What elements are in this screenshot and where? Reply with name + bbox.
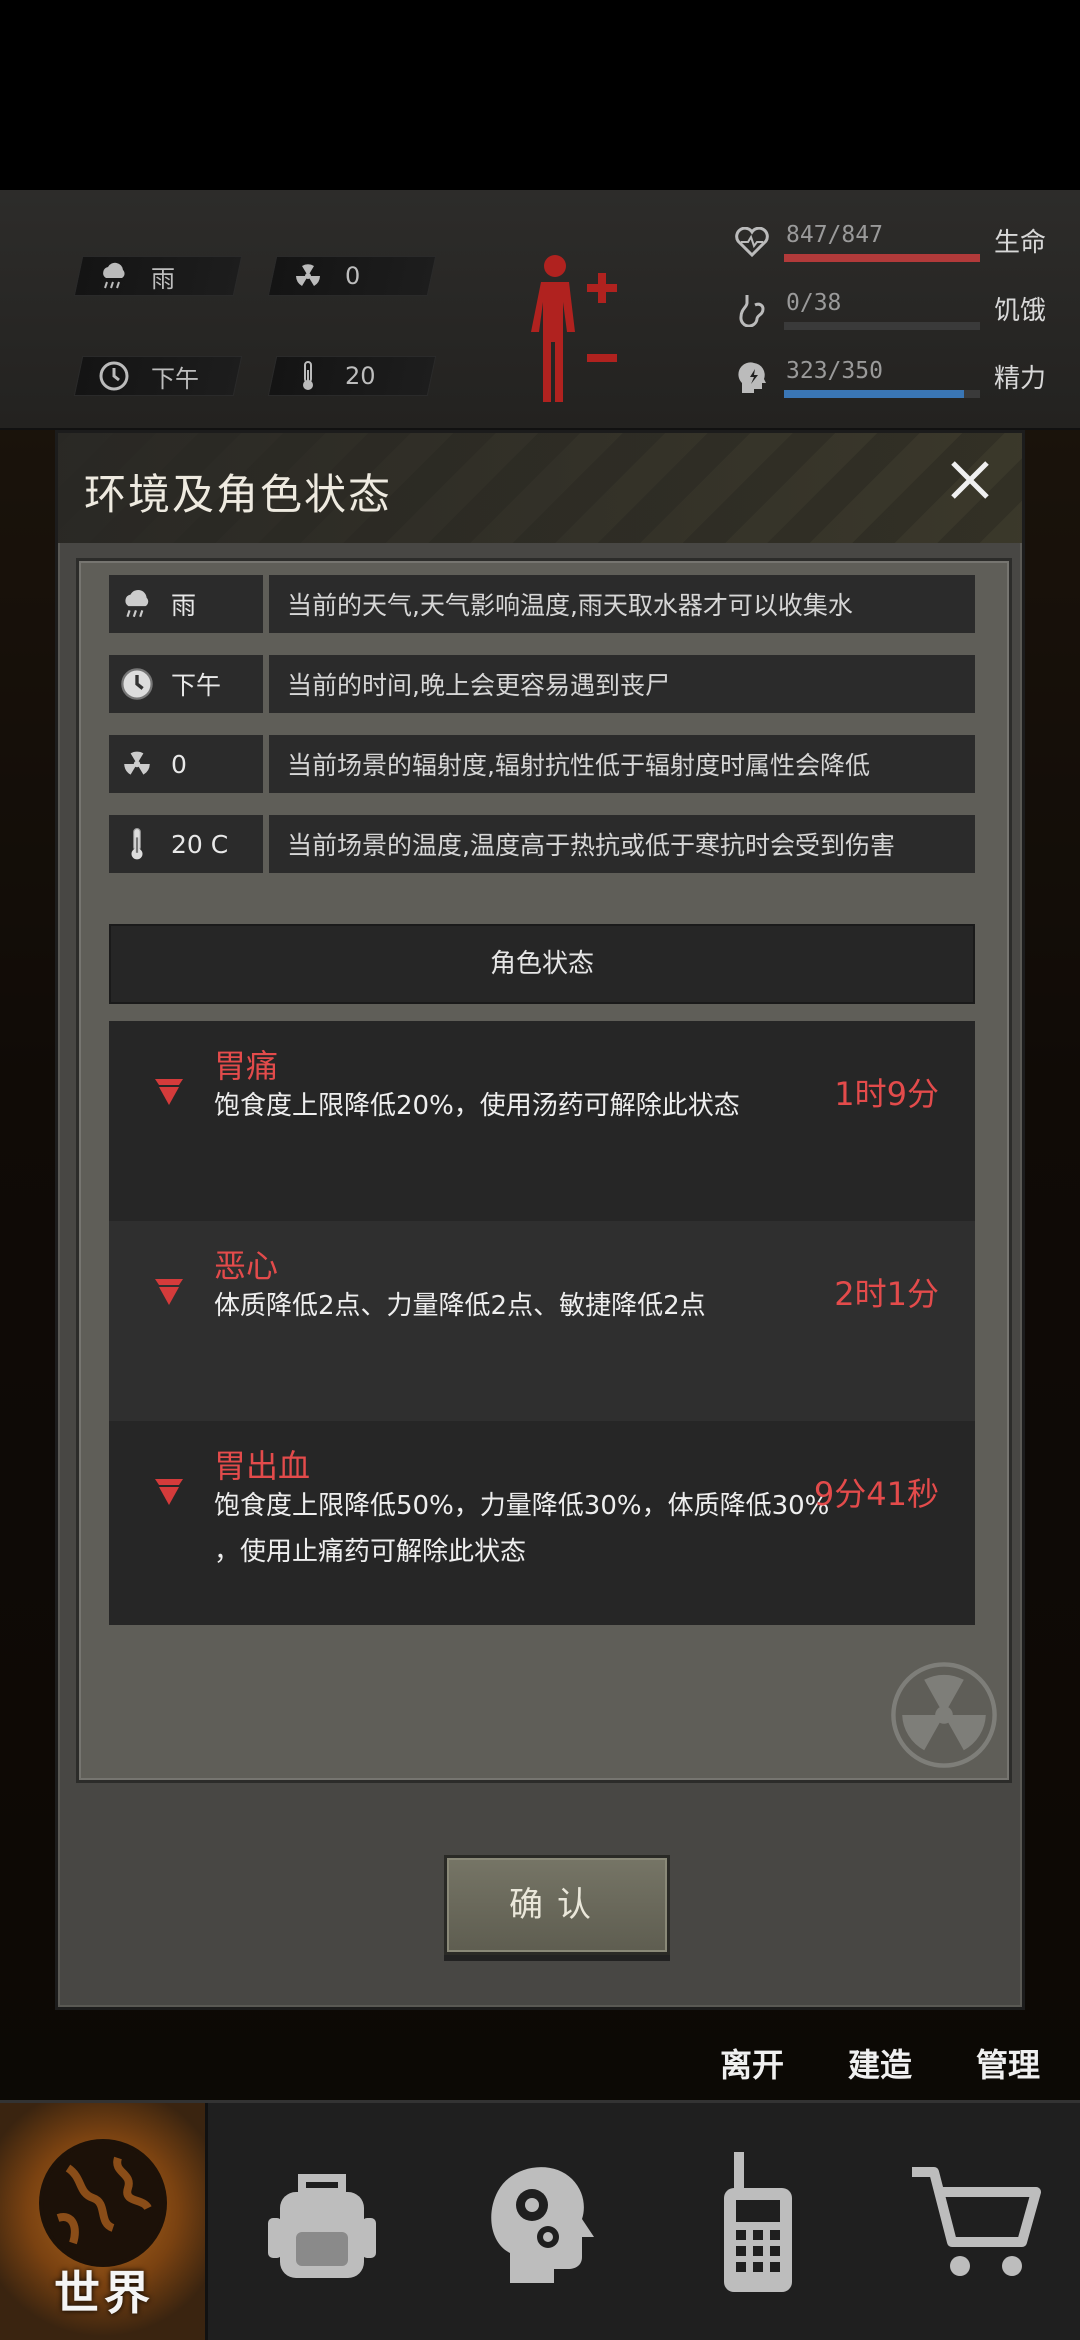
radiation-slot[interactable]: 0	[267, 256, 437, 296]
stat-health[interactable]: 847/847 生命	[730, 220, 1050, 264]
weather-slot[interactable]: 雨	[73, 256, 243, 296]
body-status-icon[interactable]	[525, 250, 617, 410]
env-radiation-value: 0	[171, 749, 187, 779]
time-slot[interactable]: 下午	[73, 356, 243, 396]
status-card-stomach-bleeding[interactable]: 胃出血 饱食度上限降低50%，力量降低30%，体质降低30% ，使用止痛药可解除…	[109, 1421, 975, 1625]
status-desc: 饱食度上限降低20%，使用汤药可解除此状态	[214, 1091, 740, 1121]
radiation-icon	[117, 747, 157, 781]
close-button[interactable]	[940, 455, 1000, 515]
env-row-temperature: 20 C 当前场景的温度,温度高于热抗或低于寒抗时会受到伤害	[109, 815, 975, 873]
nav-shop[interactable]	[872, 2103, 1080, 2340]
stat-energy[interactable]: 323/350 精力	[730, 356, 1050, 400]
top-status-bar: 雨 0 下午 20 847/847 生命 0/38 饥饿 323/350 精力	[0, 190, 1080, 430]
build-label[interactable]: 建造	[848, 2040, 912, 2086]
debuff-down-arrow-icon	[155, 1279, 183, 1305]
globe-icon	[38, 2139, 167, 2267]
status-time: 1时9分	[834, 1075, 939, 1113]
clock-icon	[117, 667, 157, 701]
stomach-icon	[730, 288, 774, 332]
dialog-header: 环境及角色状态	[58, 433, 1022, 543]
manage-label[interactable]: 管理	[976, 2040, 1040, 2086]
head-bolt-icon	[730, 356, 774, 400]
info-panel: 雨 当前的天气,天气影响温度,雨天取水器才可以收集水 下午 当前的时间,晚上会更…	[76, 558, 1012, 1783]
temperature-value: 20	[345, 362, 376, 390]
nav-world-label: 世界	[54, 2266, 154, 2320]
status-desc-line-1: 饱食度上限降低50%，力量降低30%，体质降低30%	[214, 1491, 830, 1521]
nav-skills[interactable]	[436, 2103, 644, 2340]
status-name: 恶心	[214, 1247, 279, 1285]
thermometer-icon	[117, 827, 157, 861]
debuff-down-arrow-icon	[155, 1479, 183, 1505]
nav-radio[interactable]	[654, 2103, 862, 2340]
status-time: 9分41秒	[813, 1475, 939, 1513]
status-desc-line-2: ，使用止痛药可解除此状态	[214, 1537, 527, 1567]
nav-backpack[interactable]	[218, 2103, 426, 2340]
env-row-weather: 雨 当前的天气,天气影响温度,雨天取水器才可以收集水	[109, 575, 975, 633]
radiation-watermark-icon	[891, 1662, 997, 1768]
status-desc: 体质降低2点、力量降低2点、敏捷降低2点	[214, 1291, 706, 1321]
env-row-time: 下午 当前的时间,晚上会更容易遇到丧尸	[109, 655, 975, 713]
env-radiation-desc: 当前场景的辐射度,辐射抗性低于辐射度时属性会降低	[269, 735, 975, 793]
energy-label: 精力	[993, 364, 1046, 394]
env-weather-value: 雨	[171, 591, 197, 620]
health-bar	[784, 254, 980, 262]
shopping-cart-icon	[912, 2167, 1041, 2276]
rain-cloud-icon	[117, 587, 157, 621]
status-card-stomachache[interactable]: 胃痛 饱食度上限降低20%，使用汤药可解除此状态 1时9分	[109, 1021, 975, 1221]
energy-value: 323/350	[786, 358, 883, 384]
hunger-label: 饥饿	[993, 296, 1046, 326]
status-name: 胃痛	[214, 1047, 279, 1085]
status-dialog: 环境及角色状态 雨 当前的天气,天气影响温度,雨天取水器才可以收集水 下午 当前…	[55, 430, 1025, 2010]
hunger-value: 0/38	[786, 290, 842, 316]
env-weather-desc: 当前的天气,天气影响温度,雨天取水器才可以收集水	[269, 575, 975, 633]
confirm-button[interactable]: 确认	[444, 1855, 670, 1955]
env-time-desc: 当前的时间,晚上会更容易遇到丧尸	[269, 655, 975, 713]
env-row-radiation: 0 当前场景的辐射度,辐射抗性低于辐射度时属性会降低	[109, 735, 975, 793]
close-icon	[951, 461, 989, 499]
bottom-nav: 世界	[0, 2100, 1080, 2340]
time-value: 下午	[151, 364, 199, 393]
status-name: 胃出血	[214, 1447, 311, 1485]
radiation-icon	[291, 259, 325, 293]
nav-world[interactable]: 世界	[0, 2103, 208, 2340]
temperature-slot[interactable]: 20	[267, 356, 437, 396]
weather-value: 雨	[151, 264, 175, 293]
dialog-title: 环境及角色状态	[84, 470, 393, 519]
stat-hunger[interactable]: 0/38 饥饿	[730, 288, 1050, 332]
radiation-value: 0	[345, 262, 361, 290]
env-temperature-desc: 当前场景的温度,温度高于热抗或低于寒抗时会受到伤害	[269, 815, 975, 873]
backpack-icon	[268, 2174, 376, 2278]
brain-gear-icon	[491, 2167, 594, 2283]
status-time: 2时1分	[834, 1275, 939, 1313]
health-label: 生命	[993, 228, 1046, 258]
leave-label[interactable]: 离开	[720, 2040, 784, 2086]
heart-icon	[730, 220, 774, 264]
env-temperature-value: 20 C	[171, 829, 229, 859]
status-card-nausea[interactable]: 恶心 体质降低2点、力量降低2点、敏捷降低2点 2时1分	[109, 1221, 975, 1421]
game-screen: 雨 0 下午 20 847/847 生命 0/38 饥饿 323/350 精力 …	[0, 0, 1080, 2340]
status-section-header: 角色状态	[109, 924, 975, 1004]
walkie-talkie-icon	[724, 2152, 792, 2292]
thermometer-icon	[291, 359, 325, 393]
env-time-value: 下午	[171, 671, 222, 700]
health-value: 847/847	[786, 222, 883, 248]
clock-icon	[97, 359, 131, 393]
hunger-bar	[784, 322, 980, 330]
rain-cloud-icon	[97, 259, 131, 293]
energy-bar	[784, 390, 980, 398]
debuff-down-arrow-icon	[155, 1079, 183, 1105]
